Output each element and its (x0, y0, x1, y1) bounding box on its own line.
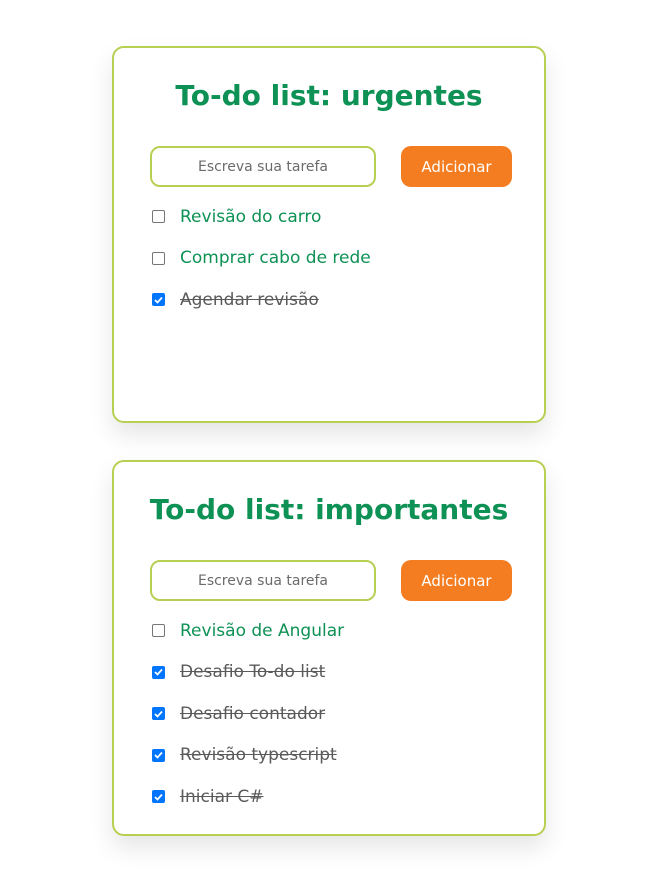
task-item: Desafio contador (152, 693, 512, 735)
check-icon (154, 669, 163, 677)
task-checkbox[interactable] (152, 665, 165, 679)
task-checkbox[interactable] (152, 251, 165, 265)
task-checkbox[interactable] (152, 624, 165, 638)
page: To-do list: urgentes Adicionar Revisão d… (0, 0, 663, 885)
task-item: Revisão de Angular (152, 610, 512, 652)
card-title: To-do list: importantes (149, 493, 509, 526)
task-label: Revisão de Angular (180, 620, 345, 641)
task-item: Revisão typescript (152, 735, 512, 777)
add-task-button[interactable]: Adicionar (401, 560, 512, 601)
check-icon (154, 296, 163, 304)
task-label: Comprar cabo de rede (180, 248, 371, 269)
check-icon (154, 793, 163, 801)
check-icon (154, 752, 163, 760)
task-label: Revisão typescript (180, 745, 337, 766)
task-item: Agendar revisão (152, 279, 512, 321)
task-label: Desafio To-do list (180, 662, 326, 683)
task-checkbox[interactable] (152, 293, 165, 307)
task-checkbox[interactable] (152, 707, 165, 721)
task-list: Revisão do carro Comprar cabo de rede Ag… (152, 203, 512, 321)
task-label: Desafio contador (180, 703, 326, 724)
check-icon (154, 710, 163, 718)
task-item: Comprar cabo de rede (152, 238, 512, 280)
card-title: To-do list: urgentes (175, 79, 483, 112)
task-item: Revisão do carro (152, 196, 512, 238)
task-label: Revisão do carro (180, 206, 322, 227)
task-checkbox[interactable] (152, 748, 165, 762)
todo-card-importantes: To-do list: importantes Adicionar Revisã… (112, 460, 546, 836)
task-checkbox[interactable] (152, 790, 165, 804)
add-task-button[interactable]: Adicionar (401, 146, 512, 187)
add-task-row: Adicionar (150, 560, 514, 602)
task-item: Desafio To-do list (152, 652, 512, 694)
task-label: Agendar revisão (180, 289, 319, 310)
task-item: Iniciar C# (152, 776, 512, 818)
todo-card-urgentes: To-do list: urgentes Adicionar Revisão d… (112, 46, 546, 423)
task-input[interactable] (150, 560, 376, 601)
task-input[interactable] (150, 146, 376, 187)
task-label: Iniciar C# (180, 786, 264, 807)
task-list: Revisão de Angular Desafio To-do list De… (152, 617, 512, 818)
task-checkbox[interactable] (152, 210, 165, 224)
add-task-row: Adicionar (150, 146, 514, 188)
